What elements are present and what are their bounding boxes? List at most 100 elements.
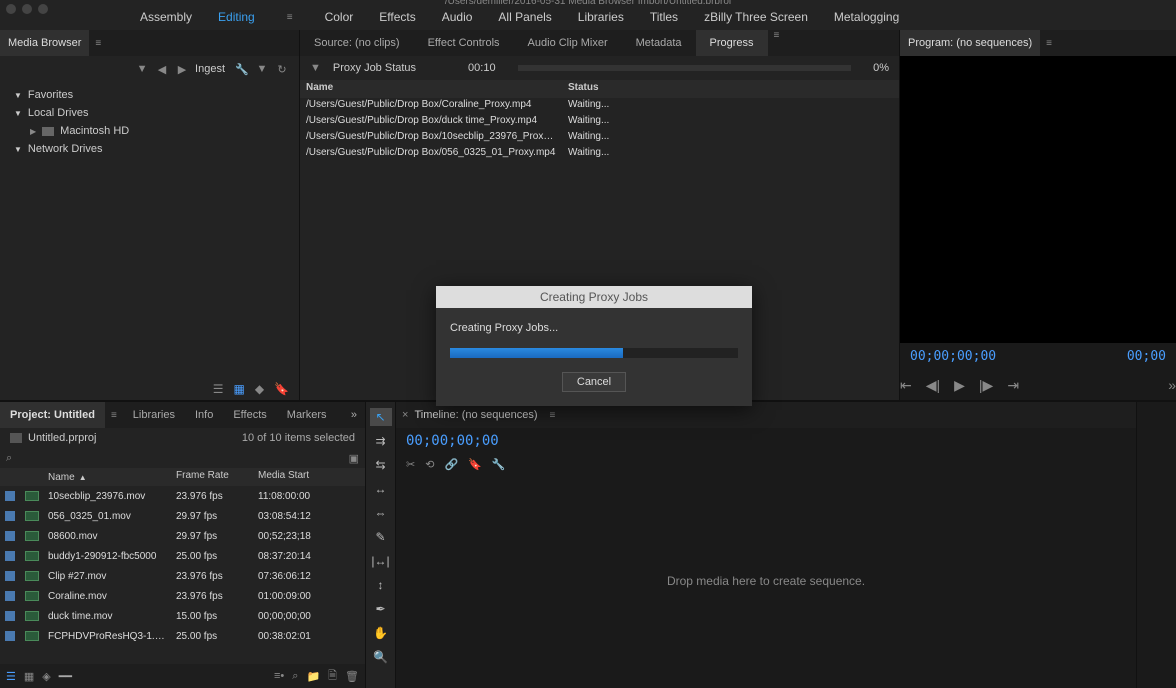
media-browser-tab[interactable]: Media Browser bbox=[0, 30, 89, 56]
selected-icon[interactable] bbox=[5, 491, 15, 501]
tree-network-drives[interactable]: Network Drives bbox=[0, 140, 299, 158]
project-tab[interactable]: Project: Untitled bbox=[0, 402, 105, 428]
tree-macintosh-hd[interactable]: Macintosh HD bbox=[0, 122, 299, 140]
go-to-in-icon[interactable]: ⇤ bbox=[900, 377, 912, 394]
panel-menu-icon[interactable]: ≡ bbox=[768, 30, 786, 56]
program-timecode-left[interactable]: 00;00;00;00 bbox=[910, 349, 996, 364]
zoom-tool-icon[interactable]: 🔍 bbox=[370, 648, 392, 666]
workspace-color[interactable]: Color bbox=[325, 10, 354, 24]
workspace-assembly[interactable]: Assembly bbox=[140, 10, 192, 24]
effects-tab[interactable]: Effects bbox=[223, 402, 276, 428]
clip-row[interactable]: Coraline.mov23.976 fps01:00:09:00 bbox=[0, 586, 365, 606]
freeform-view-icon[interactable]: ◈ bbox=[42, 670, 50, 683]
ripple-edit-tool-icon[interactable]: ⇆ bbox=[370, 456, 392, 474]
selected-icon[interactable] bbox=[5, 591, 15, 601]
overflow-icon[interactable]: » bbox=[1168, 377, 1176, 393]
slide-tool-icon[interactable]: ↕ bbox=[370, 576, 392, 594]
nav-back-icon[interactable]: ◀ bbox=[155, 62, 169, 76]
column-header-framerate[interactable]: Frame Rate bbox=[172, 468, 254, 486]
tag-icon[interactable]: 🔖 bbox=[274, 382, 289, 396]
panel-menu-icon[interactable]: ≡ bbox=[1040, 38, 1058, 49]
workspace-effects[interactable]: Effects bbox=[379, 10, 415, 24]
window-close-icon[interactable] bbox=[6, 4, 16, 14]
close-icon[interactable]: × bbox=[402, 409, 408, 421]
new-bin-button-icon[interactable]: 📁 bbox=[306, 670, 320, 683]
filter-icon[interactable]: ▼ bbox=[255, 62, 269, 76]
source-tab[interactable]: Source: (no clips) bbox=[300, 30, 414, 56]
window-zoom-icon[interactable] bbox=[38, 4, 48, 14]
metadata-tab[interactable]: Metadata bbox=[622, 30, 696, 56]
markers-tab[interactable]: Markers bbox=[277, 402, 337, 428]
thumbnail-view-icon[interactable]: ▦ bbox=[233, 382, 244, 396]
selected-icon[interactable] bbox=[5, 611, 15, 621]
workspace-audio[interactable]: Audio bbox=[442, 10, 473, 24]
cancel-button[interactable]: Cancel bbox=[562, 372, 626, 392]
sort-icon[interactable]: ◆ bbox=[255, 382, 264, 396]
ingest-button[interactable]: Ingest bbox=[195, 63, 225, 75]
libraries-tab[interactable]: Libraries bbox=[123, 402, 185, 428]
refresh-icon[interactable]: ↻ bbox=[275, 62, 289, 76]
workspace-all-panels[interactable]: All Panels bbox=[498, 10, 551, 24]
column-header-name[interactable]: Name bbox=[48, 472, 75, 483]
track-select-tool-icon[interactable]: ⇉ bbox=[370, 432, 392, 450]
audio-mixer-tab[interactable]: Audio Clip Mixer bbox=[514, 30, 622, 56]
timeline-timecode[interactable]: 00;00;00;00 bbox=[406, 433, 499, 449]
timeline-drop-zone[interactable]: Drop media here to create sequence. bbox=[396, 474, 1136, 688]
program-tab[interactable]: Program: (no sequences) bbox=[900, 30, 1040, 56]
rolling-edit-tool-icon[interactable]: ↔ bbox=[370, 480, 392, 498]
clip-row[interactable]: 10secblip_23976.mov23.976 fps11:08:00:00 bbox=[0, 486, 365, 506]
clip-row[interactable]: 056_0325_01.mov29.97 fps03:08:54:12 bbox=[0, 506, 365, 526]
new-bin-icon[interactable]: ▣ bbox=[349, 452, 359, 465]
column-header-status[interactable]: Status bbox=[562, 80, 605, 98]
proxy-row[interactable]: /Users/Guest/Public/Drop Box/10secblip_2… bbox=[300, 130, 899, 146]
selected-icon[interactable] bbox=[5, 531, 15, 541]
tab-overflow-icon[interactable]: » bbox=[343, 409, 365, 421]
selected-icon[interactable] bbox=[5, 551, 15, 561]
insert-icon[interactable]: ✂ bbox=[406, 458, 415, 471]
pen-tool-icon[interactable]: ✒ bbox=[370, 600, 392, 618]
list-view-icon[interactable]: ☰ bbox=[213, 382, 224, 396]
rate-stretch-tool-icon[interactable]: ⇔ bbox=[370, 504, 392, 522]
hand-tool-icon[interactable]: ✋ bbox=[370, 624, 392, 642]
workspace-libraries[interactable]: Libraries bbox=[578, 10, 624, 24]
selected-icon[interactable] bbox=[5, 571, 15, 581]
column-header-name[interactable]: Name bbox=[300, 80, 562, 98]
automate-icon[interactable]: ≡• bbox=[274, 670, 284, 682]
workspace-metalogging[interactable]: Metalogging bbox=[834, 10, 899, 24]
column-header-mediastart[interactable]: Media Start bbox=[254, 468, 313, 486]
razor-tool-icon[interactable]: ✎ bbox=[370, 528, 392, 546]
panel-menu-icon[interactable]: ≡ bbox=[89, 38, 107, 49]
proxy-row[interactable]: /Users/Guest/Public/Drop Box/Coraline_Pr… bbox=[300, 98, 899, 114]
icon-view-icon[interactable]: ▦ bbox=[24, 670, 34, 683]
panel-menu-icon[interactable]: ≡ bbox=[105, 410, 123, 421]
list-view-icon[interactable]: ☰ bbox=[6, 670, 16, 683]
snap-icon[interactable]: ⟲ bbox=[425, 458, 434, 471]
proxy-row[interactable]: /Users/Guest/Public/Drop Box/056_0325_01… bbox=[300, 146, 899, 162]
selected-icon[interactable] bbox=[5, 631, 15, 641]
clip-row[interactable]: FCPHDVProResHQ3-1.mo25.00 fps00:38:02:01 bbox=[0, 626, 365, 646]
workspace-editing[interactable]: Editing bbox=[218, 10, 255, 24]
tree-favorites[interactable]: Favorites bbox=[0, 86, 299, 104]
nav-forward-icon[interactable]: ▶ bbox=[175, 62, 189, 76]
zoom-slider[interactable]: ━━ bbox=[59, 670, 95, 683]
slip-tool-icon[interactable]: |↔| bbox=[370, 552, 392, 570]
clip-row[interactable]: buddy1-290912-fbc500025.00 fps08:37:20:1… bbox=[0, 546, 365, 566]
proxy-row[interactable]: /Users/Guest/Public/Drop Box/duck time_P… bbox=[300, 114, 899, 130]
delete-icon[interactable]: 🗑 bbox=[345, 670, 359, 683]
search-input[interactable] bbox=[18, 451, 342, 466]
workspace-menu-icon[interactable]: ≡ bbox=[281, 12, 299, 23]
window-minimize-icon[interactable] bbox=[22, 4, 32, 14]
step-forward-icon[interactable]: |▶ bbox=[979, 377, 993, 394]
clip-row[interactable]: duck time.mov15.00 fps00;00;00;00 bbox=[0, 606, 365, 626]
linked-selection-icon[interactable]: 🔗 bbox=[444, 458, 458, 471]
marker-icon[interactable]: 🔖 bbox=[468, 458, 482, 471]
selected-icon[interactable] bbox=[5, 511, 15, 521]
wrench-icon[interactable]: 🔧 bbox=[235, 62, 249, 76]
info-tab[interactable]: Info bbox=[185, 402, 223, 428]
new-item-icon[interactable]: 🗎 bbox=[328, 667, 337, 686]
effect-controls-tab[interactable]: Effect Controls bbox=[414, 30, 514, 56]
workspace-zbilly[interactable]: zBilly Three Screen bbox=[704, 10, 808, 24]
step-back-icon[interactable]: ◀| bbox=[926, 377, 940, 394]
find-icon[interactable]: ⌕ bbox=[292, 670, 298, 683]
progress-tab[interactable]: Progress bbox=[696, 30, 768, 56]
